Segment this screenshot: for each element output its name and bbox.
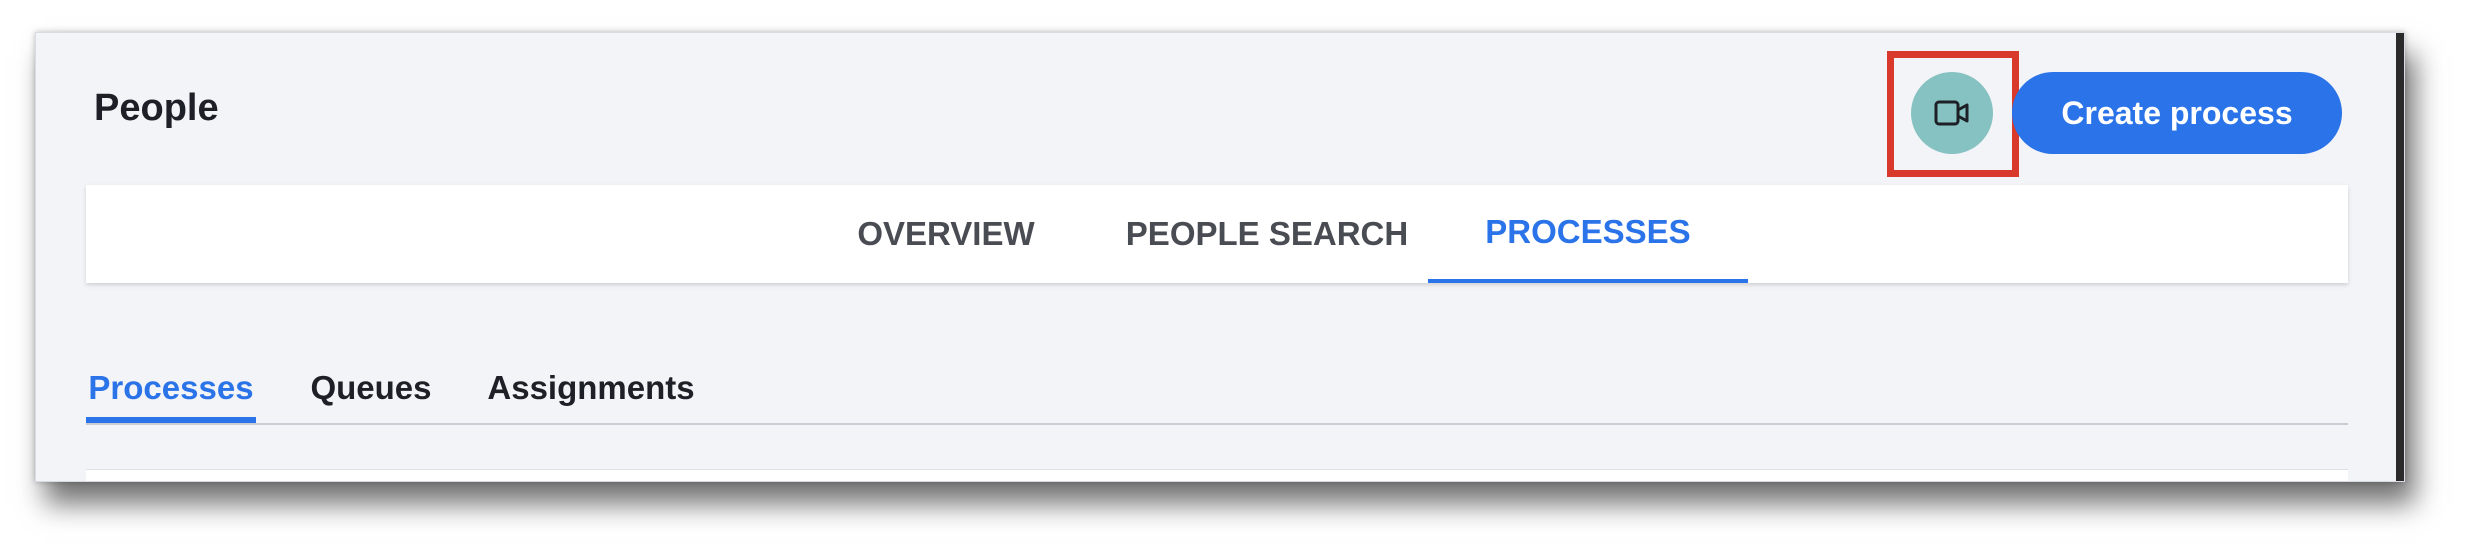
video-record-button[interactable] <box>1911 72 1993 154</box>
subtab-assignments[interactable]: Assignments <box>481 353 701 423</box>
app-window: People Create process OVERVIEW PEOPLE SE… <box>35 32 2405 482</box>
sub-tab-bar: Processes Queues Assignments <box>86 353 2348 425</box>
content-panel <box>86 469 2348 481</box>
subtab-processes[interactable]: Processes <box>86 353 256 423</box>
page-title: People <box>94 87 219 129</box>
subtab-queues[interactable]: Queues <box>296 353 446 423</box>
create-process-button[interactable]: Create process <box>2012 72 2342 154</box>
window-edge <box>2396 33 2404 481</box>
tab-overview[interactable]: OVERVIEW <box>821 185 1071 283</box>
main-tab-bar: OVERVIEW PEOPLE SEARCH PROCESSES <box>86 185 2348 283</box>
tab-people-search[interactable]: PEOPLE SEARCH <box>1106 185 1428 283</box>
video-camera-icon <box>1934 100 1969 126</box>
tab-processes[interactable]: PROCESSES <box>1428 185 1748 283</box>
